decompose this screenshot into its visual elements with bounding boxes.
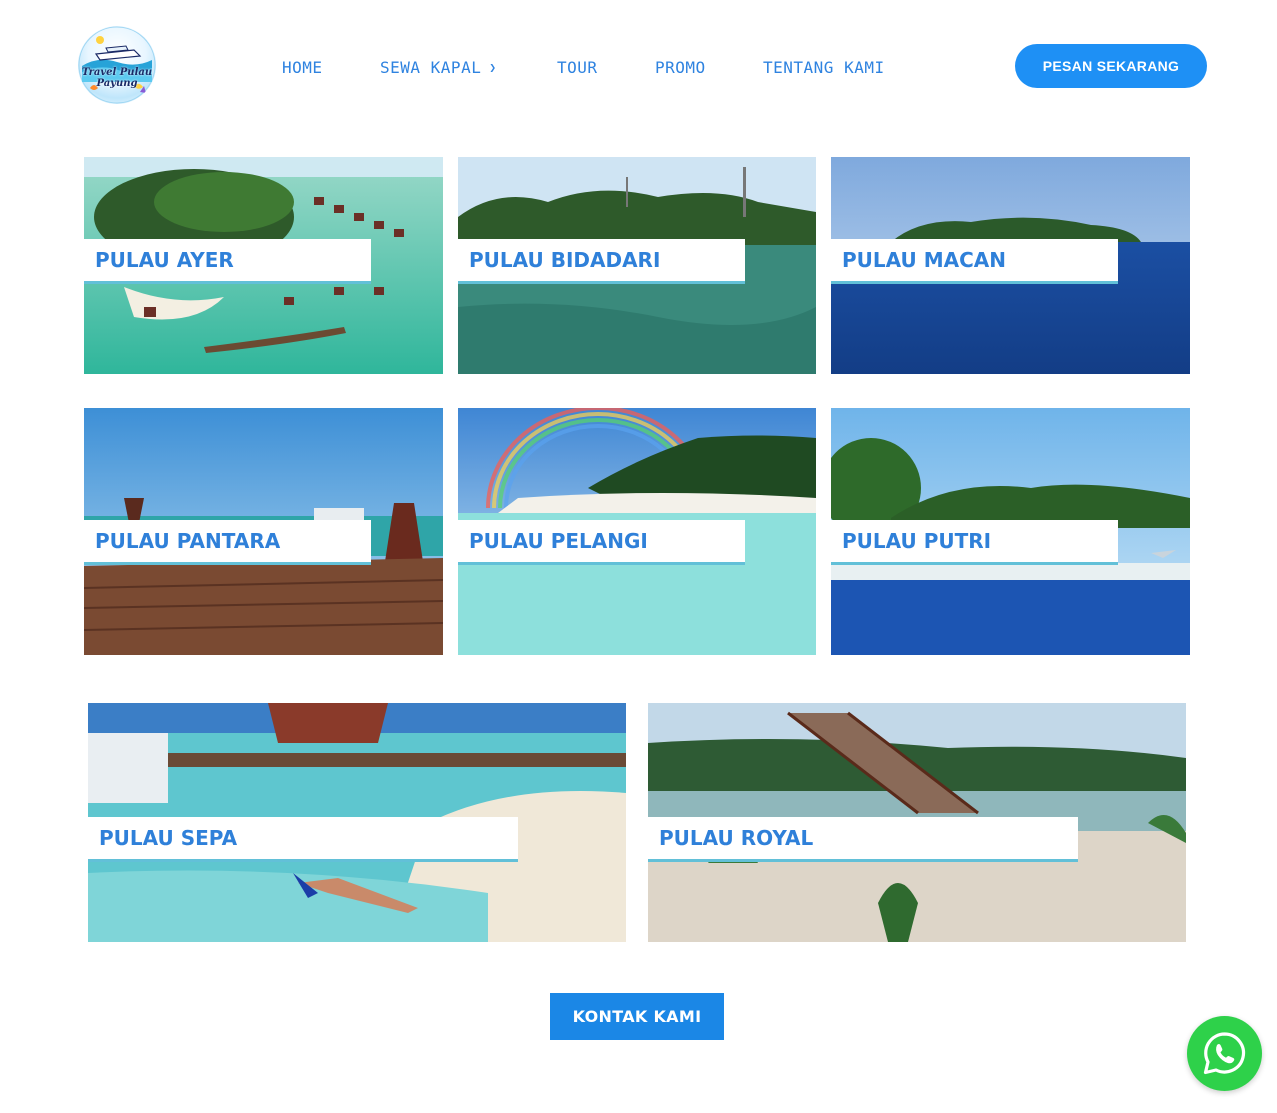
island-card-macan[interactable]: PULAU MACAN bbox=[831, 157, 1190, 374]
island-card-bidadari[interactable]: PULAU BIDADARI bbox=[458, 157, 816, 374]
kontak-kami-button[interactable]: KONTAK KAMI bbox=[550, 993, 724, 1040]
island-card-pantara[interactable]: PULAU PANTARA bbox=[84, 408, 443, 655]
island-label: PULAU AYER bbox=[84, 239, 371, 281]
island-label: PULAU MACAN bbox=[831, 239, 1118, 281]
whatsapp-icon bbox=[1203, 1032, 1246, 1075]
logo-text: Travel Pulau Payung bbox=[78, 67, 156, 89]
island-label: PULAU PUTRI bbox=[831, 520, 1118, 562]
island-card-putri[interactable]: PULAU PUTRI bbox=[831, 408, 1190, 655]
logo-graphic bbox=[78, 26, 156, 104]
logo-line-2: Payung bbox=[96, 78, 138, 89]
nav-item-sewa-kapal[interactable]: SEWA KAPAL ❯ bbox=[380, 58, 496, 77]
island-card-ayer[interactable]: PULAU AYER bbox=[84, 157, 443, 374]
whatsapp-button[interactable] bbox=[1187, 1016, 1262, 1091]
island-card-sepa[interactable]: PULAU SEPA bbox=[88, 703, 626, 942]
nav-item-promo[interactable]: PROMO bbox=[655, 58, 706, 77]
logo-line-1: Travel Pulau bbox=[81, 67, 153, 78]
nav-item-home[interactable]: HOME bbox=[282, 58, 323, 77]
chevron-down-icon: ❯ bbox=[489, 61, 497, 74]
island-label: PULAU SEPA bbox=[88, 817, 518, 859]
nav-item-sewa-kapal-label: SEWA KAPAL bbox=[380, 58, 482, 77]
island-card-royal[interactable]: PULAU ROYAL bbox=[648, 703, 1186, 942]
site-logo[interactable]: Travel Pulau Payung bbox=[78, 26, 156, 104]
island-card-pelangi[interactable]: PULAU PELANGI bbox=[458, 408, 816, 655]
island-label: PULAU PELANGI bbox=[458, 520, 745, 562]
nav-item-tentang-kami[interactable]: TENTANG KAMI bbox=[763, 58, 885, 77]
nav-item-tour[interactable]: TOUR bbox=[557, 58, 598, 77]
island-label: PULAU BIDADARI bbox=[458, 239, 745, 281]
island-label: PULAU PANTARA bbox=[84, 520, 371, 562]
island-label: PULAU ROYAL bbox=[648, 817, 1078, 859]
pesan-sekarang-button[interactable]: PESAN SEKARANG bbox=[1015, 44, 1207, 88]
